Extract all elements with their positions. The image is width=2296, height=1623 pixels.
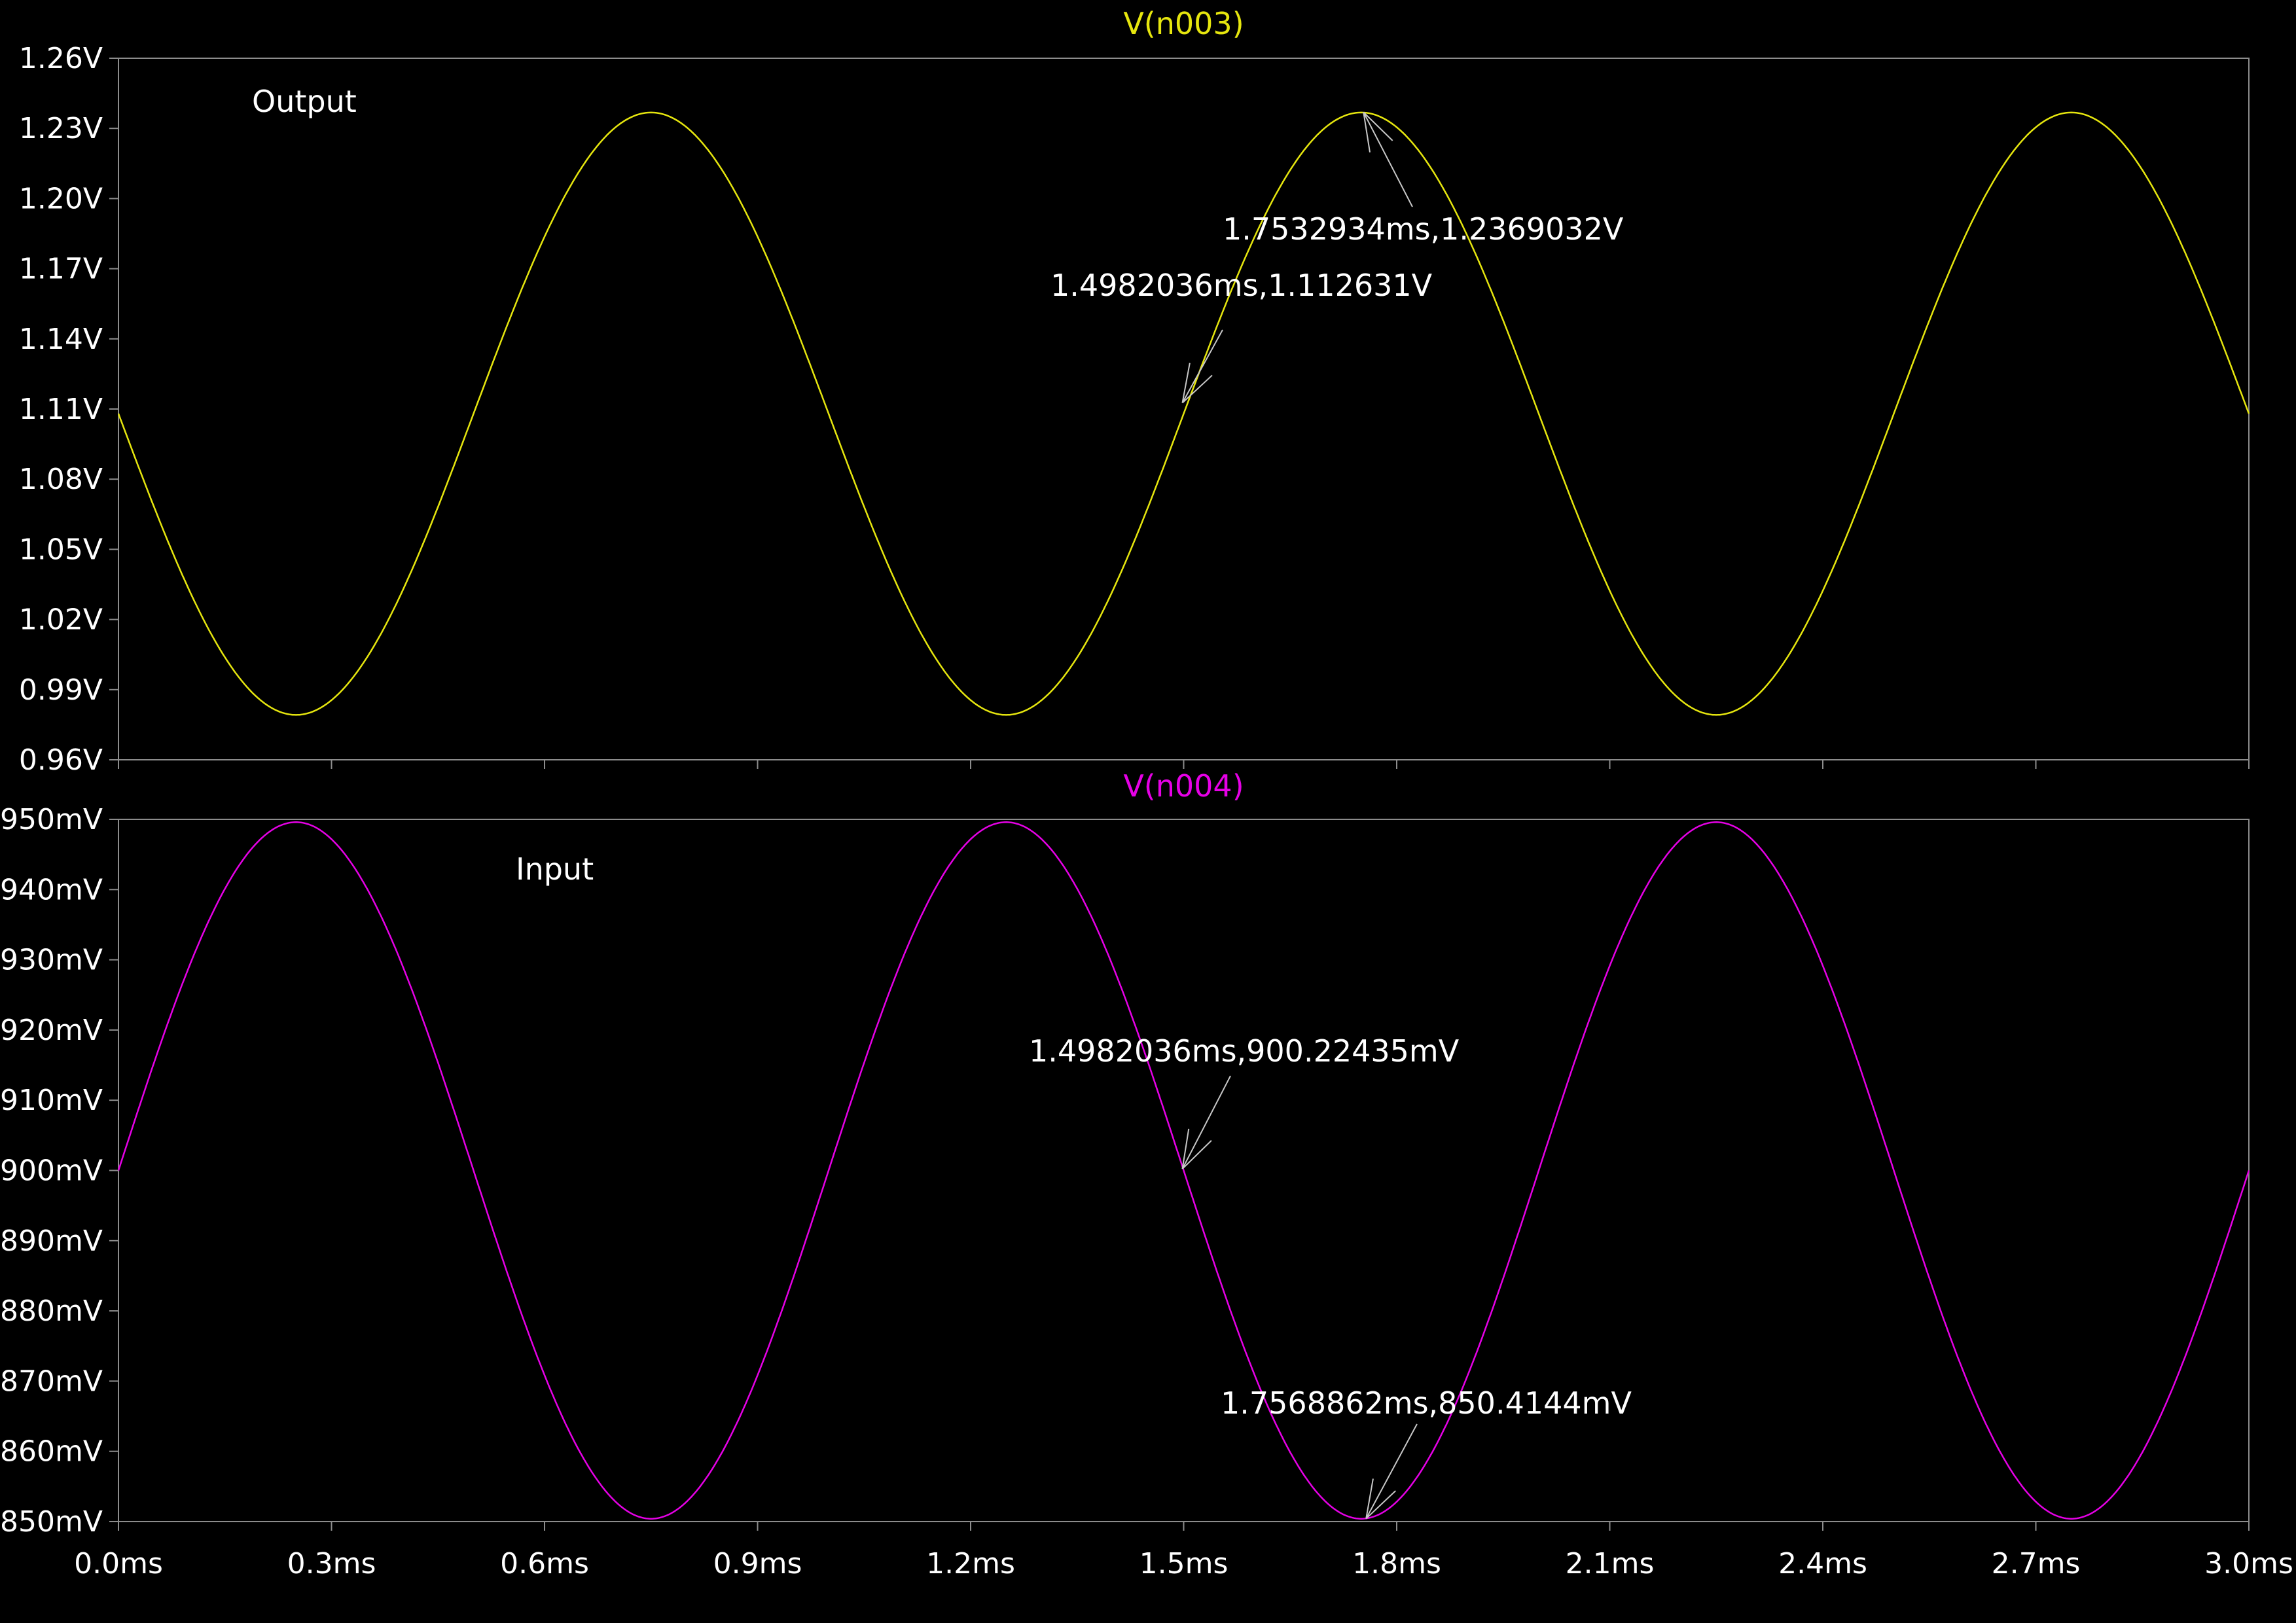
- x-tick-label: 2.1ms: [1566, 1547, 1655, 1580]
- annotation-arrow: [1181, 1075, 1231, 1169]
- plot-frame: [118, 58, 2250, 760]
- pane-label: Output: [252, 84, 357, 119]
- annotation-arrow: [1181, 329, 1223, 404]
- y-tick-label: 870mV: [0, 1364, 103, 1398]
- y-tick-label: 1.20V: [19, 182, 103, 215]
- y-tick-label: 1.26V: [19, 42, 103, 75]
- y-tick-label: 890mV: [0, 1224, 103, 1258]
- x-tick-label: 0.9ms: [713, 1547, 802, 1580]
- annotation-label: 1.7568862ms,850.4144mV: [1221, 1385, 1632, 1421]
- waveform-plot: 0.96V 0.99V 1.02V 1.05V 1.08V 1.11V 1.14V 1.17V…: [0, 6, 2293, 1580]
- y-tick-label: 950mV: [0, 803, 103, 836]
- y-tick-label: 1.11V: [19, 393, 103, 426]
- y-tick-label: 1.02V: [19, 603, 103, 637]
- y-tick-label: 910mV: [0, 1084, 103, 1117]
- series-line: [117, 821, 2250, 1520]
- x-tick-label: 0.0ms: [74, 1547, 163, 1580]
- y-tick-label: 1.14V: [19, 323, 103, 356]
- trace-title: V(n004): [1123, 768, 1244, 804]
- y-tick-label: 1.05V: [19, 533, 103, 566]
- x-tick-label: 0.3ms: [287, 1547, 376, 1580]
- annotation-arrow: [1363, 112, 1413, 207]
- y-tick-label: 880mV: [0, 1294, 103, 1328]
- pane-label: Input: [516, 851, 594, 887]
- y-tick-label: 920mV: [0, 1014, 103, 1047]
- y-tick-label: 1.23V: [19, 112, 103, 145]
- x-tick-label: 1.8ms: [1352, 1547, 1441, 1580]
- series-line: [117, 111, 2250, 716]
- x-tick-label: 2.7ms: [1992, 1547, 2081, 1580]
- x-tick-label: 1.2ms: [926, 1547, 1015, 1580]
- y-tick-label: 1.08V: [19, 463, 103, 496]
- x-tick-label: 3.0ms: [2204, 1547, 2293, 1580]
- y-tick-label: 900mV: [0, 1154, 103, 1188]
- annotation-label: 1.4982036ms,900.22435mV: [1029, 1033, 1460, 1069]
- y-tick-label: 860mV: [0, 1435, 103, 1469]
- trace-title: V(n003): [1123, 6, 1244, 41]
- x-tick-label: 2.4ms: [1778, 1547, 1867, 1580]
- y-tick-label: 850mV: [0, 1505, 103, 1539]
- y-tick-label: 940mV: [0, 873, 103, 906]
- y-tick-label: 0.96V: [19, 743, 103, 777]
- y-tick-label: 0.99V: [19, 673, 103, 707]
- annotation-label: 1.4982036ms,1.112631V: [1050, 268, 1433, 303]
- y-tick-label: 1.17V: [19, 253, 103, 286]
- y-tick-label: 930mV: [0, 944, 103, 977]
- x-tick-label: 0.6ms: [500, 1547, 589, 1580]
- annotation-label: 1.7532934ms,1.2369032V: [1223, 211, 1624, 247]
- annotation-arrow: [1365, 1423, 1418, 1520]
- x-tick-label: 1.5ms: [1139, 1547, 1229, 1580]
